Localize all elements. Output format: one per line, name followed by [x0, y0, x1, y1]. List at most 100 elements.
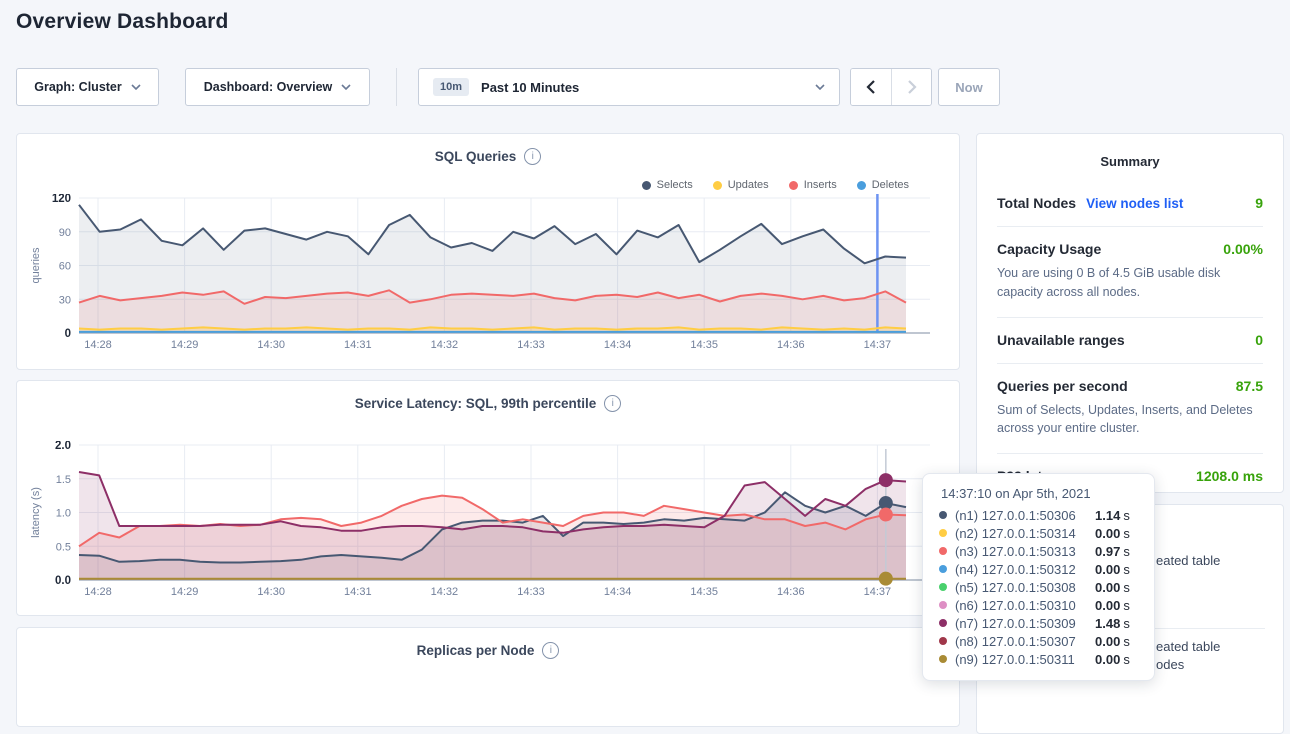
legend-item-updates[interactable]: Updates: [713, 179, 769, 191]
service-latency-chart-title: Service Latency: SQL, 99th percentile: [355, 396, 597, 411]
controls-divider: [396, 68, 397, 106]
summary-row: Queries per second87.5Sum of Selects, Up…: [997, 364, 1263, 455]
tooltip-node-label: (n8) 127.0.0.1:50307: [955, 634, 1095, 649]
time-range-badge: 10m: [433, 78, 469, 96]
svg-text:14:31: 14:31: [344, 339, 372, 351]
summary-row-value: 0: [1255, 332, 1263, 348]
svg-text:14:28: 14:28: [84, 586, 112, 598]
latency-hover-tooltip: 14:37:10 on Apr 5th, 2021 (n1) 127.0.0.1…: [922, 473, 1155, 681]
tooltip-row: (n3) 127.0.0.1:503130.97s: [939, 542, 1142, 560]
svg-text:14:28: 14:28: [84, 339, 112, 351]
svg-text:14:30: 14:30: [257, 586, 285, 598]
summary-row-value: 9: [1255, 195, 1263, 211]
graph-dropdown[interactable]: Graph: Cluster: [16, 68, 159, 106]
info-icon[interactable]: [604, 395, 621, 412]
tooltip-node-label: (n1) 127.0.0.1:50306: [955, 508, 1095, 523]
tooltip-row: (n7) 127.0.0.1:503091.48s: [939, 614, 1142, 632]
svg-text:14:35: 14:35: [690, 339, 718, 351]
tooltip-timestamp: 14:37:10 on Apr 5th, 2021: [941, 486, 1142, 501]
legend-label: Selects: [657, 179, 693, 191]
summary-row-label: Unavailable ranges: [997, 332, 1125, 348]
tooltip-node-value: 0.00s: [1095, 562, 1142, 577]
summary-row-value: 0.00%: [1223, 241, 1263, 257]
summary-row-value: 1208.0 ms: [1196, 468, 1263, 484]
svg-text:90: 90: [59, 227, 71, 239]
service-latency-card: Service Latency: SQL, 99th percentile 0.…: [16, 380, 960, 616]
legend-dot: [789, 181, 798, 190]
tooltip-node-label: (n2) 127.0.0.1:50314: [955, 526, 1095, 541]
graph-dropdown-label: Graph: Cluster: [34, 80, 122, 94]
legend-item-selects[interactable]: Selects: [642, 179, 693, 191]
chevron-down-icon: [131, 84, 141, 90]
tooltip-node-value: 0.00s: [1095, 652, 1142, 667]
svg-text:2.0: 2.0: [55, 441, 71, 452]
tooltip-node-value: 0.00s: [1095, 634, 1142, 649]
time-range-dropdown[interactable]: 10m Past 10 Minutes: [418, 68, 840, 106]
sql-queries-chart[interactable]: 030609012014:2814:2914:3014:3114:3214:33…: [25, 194, 960, 359]
legend-label: Deletes: [872, 179, 909, 191]
tooltip-node-value: 1.48s: [1095, 616, 1142, 631]
time-step-buttons: [850, 68, 932, 106]
svg-text:14:37: 14:37: [864, 339, 892, 351]
time-next-button[interactable]: [891, 69, 931, 105]
replicas-per-node-chart-title: Replicas per Node: [417, 643, 535, 658]
view-nodes-list-link[interactable]: View nodes list: [1086, 196, 1183, 211]
tooltip-row: (n1) 127.0.0.1:503061.14s: [939, 506, 1142, 524]
tooltip-rows: (n1) 127.0.0.1:503061.14s(n2) 127.0.0.1:…: [939, 506, 1142, 668]
tooltip-node-label: (n9) 127.0.0.1:50311: [955, 652, 1095, 667]
svg-text:14:36: 14:36: [777, 339, 805, 351]
svg-text:60: 60: [59, 261, 71, 273]
tooltip-row: (n2) 127.0.0.1:503140.00s: [939, 524, 1142, 542]
svg-text:14:33: 14:33: [517, 586, 545, 598]
summary-row-subtext: You are using 0 B of 4.5 GiB usable disk…: [997, 264, 1263, 302]
summary-heading: Summary: [977, 154, 1283, 169]
svg-text:14:33: 14:33: [517, 339, 545, 351]
tooltip-row: (n4) 127.0.0.1:503120.00s: [939, 560, 1142, 578]
legend-item-inserts[interactable]: Inserts: [789, 179, 837, 191]
info-icon[interactable]: [524, 148, 541, 165]
node-series-dot: [939, 637, 947, 645]
chevron-down-icon: [341, 84, 351, 90]
svg-text:14:36: 14:36: [777, 586, 805, 598]
svg-text:14:34: 14:34: [604, 586, 632, 598]
node-series-dot: [939, 583, 947, 591]
summary-row: Total NodesView nodes list9: [997, 169, 1263, 227]
tooltip-node-label: (n4) 127.0.0.1:50312: [955, 562, 1095, 577]
event-item-fragment: odes: [1156, 657, 1184, 672]
summary-row-subtext: Sum of Selects, Updates, Inserts, and De…: [997, 401, 1263, 439]
tooltip-node-value: 0.00s: [1095, 598, 1142, 613]
node-series-dot: [939, 511, 947, 519]
time-prev-button[interactable]: [851, 69, 891, 105]
svg-text:30: 30: [59, 294, 71, 306]
overview-dashboard-page: Overview Dashboard Graph: Cluster Dashbo…: [0, 0, 1290, 689]
dashboard-dropdown-label: Dashboard: Overview: [204, 80, 333, 94]
svg-text:0: 0: [65, 328, 71, 340]
svg-text:queries: queries: [30, 247, 42, 284]
sql-queries-chart-title: SQL Queries: [435, 149, 517, 164]
summary-panel: Summary Total NodesView nodes list9Capac…: [976, 133, 1284, 493]
tooltip-node-label: (n5) 127.0.0.1:50308: [955, 580, 1095, 595]
summary-rows: Total NodesView nodes list9Capacity Usag…: [977, 169, 1283, 499]
replicas-per-node-card: Replicas per Node: [16, 627, 960, 727]
legend-item-deletes[interactable]: Deletes: [857, 179, 909, 191]
service-latency-chart[interactable]: 0.00.51.01.52.014:2814:2914:3014:3114:32…: [25, 441, 960, 606]
legend-dot: [857, 181, 866, 190]
tooltip-node-label: (n3) 127.0.0.1:50313: [955, 544, 1095, 559]
dashboard-dropdown[interactable]: Dashboard: Overview: [185, 68, 370, 106]
tooltip-node-value: 0.00s: [1095, 526, 1142, 541]
tooltip-row: (n5) 127.0.0.1:503080.00s: [939, 578, 1142, 596]
node-series-dot: [939, 655, 947, 663]
event-item-fragment: eated table: [1156, 639, 1220, 654]
legend-dot: [642, 181, 651, 190]
node-series-dot: [939, 547, 947, 555]
event-item-fragment: eated table: [1156, 553, 1220, 568]
info-icon[interactable]: [542, 642, 559, 659]
summary-row-label: Capacity Usage: [997, 241, 1101, 257]
legend-label: Updates: [728, 179, 769, 191]
now-button[interactable]: Now: [938, 68, 1000, 106]
svg-text:14:37: 14:37: [864, 586, 892, 598]
summary-row: Unavailable ranges 0: [997, 318, 1263, 364]
svg-text:14:32: 14:32: [431, 339, 459, 351]
time-range-label: Past 10 Minutes: [481, 80, 579, 95]
chevron-down-icon: [815, 84, 825, 90]
